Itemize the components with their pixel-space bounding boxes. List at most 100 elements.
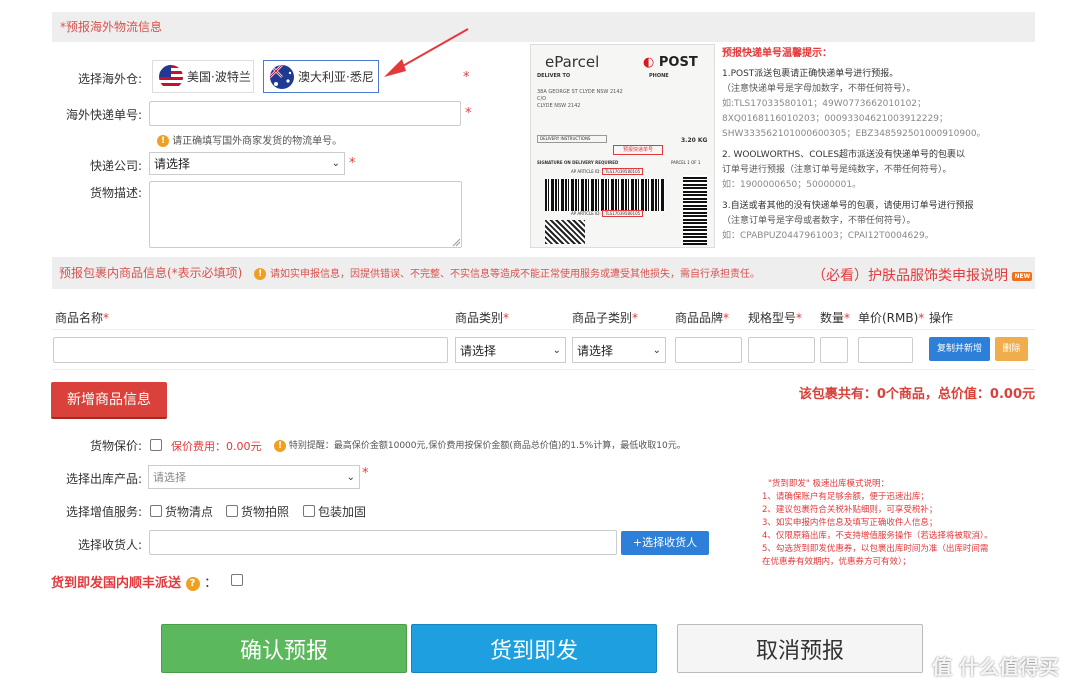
- parcel-label-image: eParcel ◐ POST DELIVER TO PHONE 38A GEOR…: [530, 44, 715, 248]
- package-summary: 该包裹共有：0个商品，总价值：0.00元: [798, 387, 1035, 402]
- brand-input[interactable]: [675, 337, 742, 363]
- insurance-tip-text: 特别提醒：最高保价金额10000元,保价费用按保价金额(商品总价值)的1.5%计…: [288, 441, 686, 451]
- col-qty: 数量*: [820, 309, 850, 326]
- tip-line: （注意订单号是字母或者数字，不带任何符号）。: [722, 216, 916, 226]
- instant-note-line: 4、仅限原箱出库，不支持增值服务操作（若选择将被取消）。: [762, 531, 993, 541]
- annotation-box: 预报快递单号: [613, 145, 663, 155]
- barcode-main: [545, 179, 665, 211]
- tip-line: 如：1900000650；50000001。: [722, 180, 862, 190]
- add-goods-button[interactable]: 新增商品信息: [51, 382, 167, 419]
- chevron-down-icon: ⌄: [652, 344, 661, 356]
- article-id-label-bottom: AP ARTICLE ID:: [571, 211, 601, 216]
- courier-select-value: 请选择: [154, 157, 191, 171]
- delete-button[interactable]: 删除: [995, 337, 1028, 361]
- spec-input[interactable]: [748, 337, 815, 363]
- cancel-forecast-button[interactable]: 取消预报: [677, 624, 923, 673]
- category-select[interactable]: 请选择 ⌄: [455, 337, 566, 363]
- sf-delivery-row: 货到即发国内顺丰派送 ? ：: [51, 572, 217, 591]
- goods-section-title: 预报包裹内商品信息(*表示必填项): [59, 266, 243, 280]
- delivery-instructions-label: DELIVERY INSTRUCTIONS: [540, 136, 591, 141]
- subcategory-select-value: 请选择: [577, 343, 614, 358]
- receiver-label: 选择收货人:: [77, 538, 142, 552]
- insurance-label: 货物保价:: [89, 439, 142, 453]
- tracking-hint: ! 请正确填写国外商家发货的物流单号。: [157, 132, 342, 147]
- tip-line: 如:TLS17033580101；49W0773662010102；: [722, 99, 927, 109]
- outbound-select-value: 请选择: [153, 471, 186, 484]
- service-photo-checkbox[interactable]: [226, 505, 238, 517]
- instant-dispatch-note: "货到即发" 极速出库模式说明： 1、请确保账户有足够余额，便于迅速出库； 2、…: [762, 478, 1042, 569]
- service-reinforce-label: 包装加固: [318, 505, 367, 519]
- article-id-top: AP ARTICLE ID: TLS17039580105: [571, 168, 644, 175]
- tip-line: 如：CPABPUZ0447961003；CPAI12T0004629。: [722, 231, 934, 241]
- tip-line: 2. WOOLWORTHS、COLES超市派送没有快递单号的包裹以: [722, 150, 966, 160]
- article-id-value-bottom: TLS17039580105: [601, 210, 644, 217]
- col-action: 操作: [929, 311, 954, 325]
- tracking-input[interactable]: [149, 101, 461, 126]
- service-reinforce-checkbox[interactable]: [303, 505, 315, 517]
- col-subcategory-required-mark: *: [632, 311, 639, 325]
- warehouse-option-us[interactable]: 美国·波特兰: [152, 60, 254, 93]
- value-added-label: 选择增值服务:: [65, 505, 142, 519]
- courier-select[interactable]: 请选择 ⌄: [149, 152, 345, 175]
- col-spec-label: 规格型号: [748, 311, 797, 325]
- receiver-input[interactable]: [149, 530, 617, 555]
- post-logo-icon: ◐: [643, 55, 655, 70]
- outbound-select[interactable]: 请选择 ⌄: [148, 465, 360, 489]
- price-input[interactable]: [858, 337, 913, 363]
- col-category-label: 商品类别: [455, 311, 504, 325]
- col-qty-required-mark: *: [844, 311, 851, 325]
- col-price: 单价(RMB)*: [858, 309, 924, 326]
- col-category: 商品类别*: [455, 309, 509, 326]
- carrier-name: POST: [658, 55, 698, 70]
- courier-required-mark: *: [349, 156, 356, 171]
- description-label: 货物描述:: [89, 186, 142, 200]
- phone-label: PHONE: [649, 73, 669, 79]
- article-id-label-top: AP ARTICLE ID:: [571, 169, 601, 174]
- instant-note-line: 1、请确保账户有足够余额，便于迅速出库；: [762, 492, 929, 502]
- instant-note-line: 2、建议包裹符合关税补贴细则，可享受税补；: [762, 505, 938, 515]
- parcel-count: PARCEL 1 OF 1: [671, 160, 701, 165]
- delivery-instructions-box: DELIVERY INSTRUCTIONS: [537, 135, 607, 143]
- chevron-down-icon: ⌄: [331, 158, 340, 169]
- subcategory-select[interactable]: 请选择 ⌄: [572, 337, 666, 363]
- sf-delivery-checkbox[interactable]: [231, 574, 243, 586]
- confirm-forecast-button[interactable]: 确认预报: [161, 624, 407, 673]
- goods-name-input[interactable]: [53, 337, 448, 363]
- skincare-notice-link[interactable]: （必看）护肤品服饰类申报说明 NEW: [812, 265, 1033, 285]
- weight-value: 3.20 KG: [681, 137, 708, 144]
- insurance-tip: ! 特别提醒：最高保价金额10000元,保价费用按保价金额(商品总价值)的1.5…: [274, 438, 686, 452]
- logistics-section-header: *预报海外物流信息: [52, 12, 1035, 42]
- eparcel-brand: eParcel: [545, 53, 600, 71]
- tracking-required-mark: *: [465, 106, 472, 121]
- deliver-to-label: DELIVER TO: [537, 73, 571, 79]
- instant-note-title: "货到即发" 极速出库模式说明：: [768, 479, 890, 489]
- barcode-vertical: [683, 175, 707, 245]
- col-brand-required-mark: *: [723, 311, 730, 325]
- new-badge: NEW: [1012, 271, 1033, 281]
- insurance-checkbox[interactable]: [150, 439, 162, 451]
- warehouse-option-au[interactable]: 澳大利亚·悉尼: [263, 60, 379, 93]
- help-icon[interactable]: ?: [185, 576, 200, 591]
- col-qty-label: 数量: [820, 311, 845, 325]
- service-photo-label: 货物拍照: [241, 505, 290, 519]
- outbound-label: 选择出库产品:: [65, 472, 142, 486]
- warning-icon: !: [254, 267, 267, 280]
- sf-delivery-label: 货到即发国内顺丰派送: [51, 576, 182, 591]
- service-count-checkbox[interactable]: [150, 505, 162, 517]
- col-price-label: 单价(RMB): [858, 311, 919, 325]
- logistics-section-title: *预报海外物流信息: [60, 20, 163, 34]
- select-receiver-button[interactable]: +选择收货人: [621, 531, 709, 555]
- signature-label: SIGNATURE ON DELIVERY REQUIRED: [537, 160, 619, 165]
- watermark-text: 值 什么值得买: [932, 655, 1059, 679]
- tip-line: 1.POST派送包裹请正确快递单号进行预报。: [722, 69, 899, 79]
- address-line-3: CLYDE NSW 2142: [537, 103, 581, 109]
- copy-add-button[interactable]: 复制并新增: [929, 337, 990, 361]
- article-id-bottom: AP ARTICLE ID: TLS17039580105: [571, 210, 644, 217]
- description-textarea[interactable]: [149, 181, 462, 248]
- instant-dispatch-button[interactable]: 货到即发: [411, 624, 657, 673]
- outbound-required-mark: *: [362, 466, 369, 481]
- au-flag-icon: [270, 64, 294, 89]
- col-name: 商品名称*: [55, 309, 109, 326]
- qty-input[interactable]: [820, 337, 848, 363]
- watermark: 值 什么值得买: [932, 651, 1059, 680]
